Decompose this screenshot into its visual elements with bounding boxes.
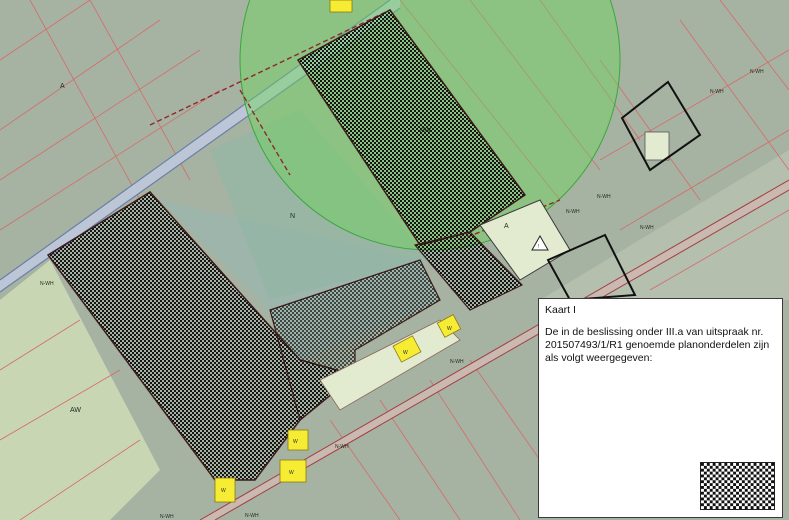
zone-label-aw-left: AW <box>70 407 81 414</box>
legend-checkerboard-swatch <box>700 462 775 510</box>
zone-label-w-1: W <box>403 350 408 356</box>
zone-label-nwh-far-right: N-WH <box>640 225 654 231</box>
zone-label-aw-upper: AW <box>420 127 431 134</box>
zone-label-n-center: N <box>290 213 295 220</box>
zone-label-nwh-bottom2: N-WH <box>245 513 259 519</box>
zone-label-w-4: W <box>289 470 294 476</box>
zone-label-nwh-mid1: N-WH <box>597 194 611 200</box>
zone-label-w-3: W <box>293 439 298 445</box>
zone-label-a-top-left: A <box>60 83 65 90</box>
zone-label-nwh-bottom: N-WH <box>335 444 349 450</box>
svg-text:!: ! <box>538 244 539 250</box>
legend-description: De in de beslissing onder III.a van uits… <box>545 326 770 364</box>
zone-label-nwh-road: N-WH <box>450 359 464 365</box>
zone-label-nwh-left: N-WH <box>40 281 54 287</box>
legend-title: Kaart I <box>545 304 576 316</box>
zone-label-a-parcel: A <box>504 223 509 230</box>
zone-label-nwh-top-right: N-WH <box>750 69 764 75</box>
zone-label-w-5: W <box>221 488 226 494</box>
zone-label-nwh-mid2: N-WH <box>566 209 580 215</box>
zone-label-nwh-right: N-WH <box>710 89 724 95</box>
legend-box: Kaart I De in de beslissing onder III.a … <box>538 298 783 518</box>
zone-label-w-2: W <box>447 326 452 332</box>
zone-label-nwh-bottom3: N-WH <box>160 514 174 520</box>
